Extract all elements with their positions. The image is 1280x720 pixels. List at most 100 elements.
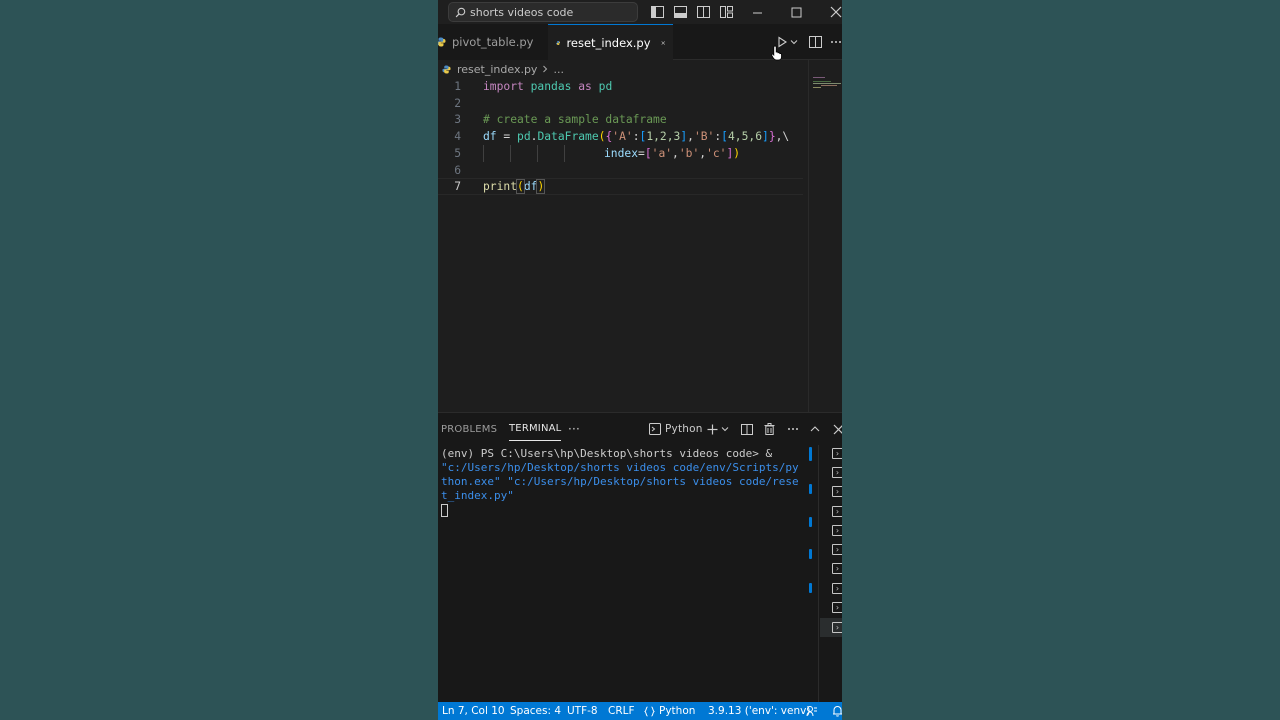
- terminal-instance-icon[interactable]: ›: [832, 563, 842, 574]
- token-operator: =: [496, 130, 518, 143]
- line-number: 7: [454, 180, 461, 193]
- panel-tab-bar: PROBLEMS TERMINAL ··· Python: [438, 413, 842, 445]
- status-eol[interactable]: CRLF: [608, 702, 635, 720]
- maximize-icon[interactable]: [788, 4, 804, 20]
- shell-label: Python: [665, 423, 703, 435]
- mouse-pointer-icon: [771, 45, 782, 61]
- token-continuation: ,\: [775, 130, 790, 143]
- token-kwarg: index: [604, 147, 639, 160]
- status-indentation[interactable]: Spaces: 4: [510, 702, 561, 720]
- terminal-decoration-mark: [809, 447, 812, 461]
- code-line: 1 import pandas as pd: [438, 78, 808, 95]
- terminal-instance-icon[interactable]: ›: [832, 525, 842, 536]
- maximize-panel-chevron-up-icon[interactable]: [807, 421, 823, 437]
- panel-more-tabs[interactable]: ···: [568, 413, 580, 445]
- terminal-decoration-mark: [809, 484, 812, 494]
- split-terminal-icon[interactable]: [739, 421, 755, 437]
- code-line: 2: [438, 95, 808, 112]
- token-class: DataFrame: [537, 130, 599, 143]
- token-module: pandas: [530, 80, 572, 93]
- run-options-chevron-icon[interactable]: [788, 34, 800, 50]
- code-line: 3 # create a sample dataframe: [438, 111, 808, 128]
- command-center-search[interactable]: shorts videos code: [448, 2, 638, 22]
- token-number: 4,5,6: [727, 130, 762, 143]
- terminal-instance-icon[interactable]: ›: [832, 448, 842, 459]
- minimize-icon[interactable]: [749, 4, 765, 20]
- terminal-tabs-list: › › › › › › › › › ›: [818, 445, 842, 703]
- python-file-icon: [442, 64, 451, 74]
- terminal-decoration-mark: [809, 549, 812, 559]
- breadcrumb-more[interactable]: ...: [553, 63, 564, 76]
- token-keyword: as: [578, 80, 592, 93]
- editor-tab-bar: pivot_table.py reset_index.py: [438, 24, 842, 61]
- customize-layout-icon[interactable]: [718, 4, 734, 20]
- toggle-panel-icon[interactable]: [672, 4, 688, 20]
- toggle-secondary-sidebar-icon[interactable]: [695, 4, 711, 20]
- tab-problems[interactable]: PROBLEMS: [441, 413, 497, 445]
- search-icon: [455, 7, 466, 17]
- close-panel-icon[interactable]: [830, 421, 842, 437]
- python-file-icon: [556, 40, 561, 45]
- vscode-window: shorts videos code pivot_table.py reset_…: [438, 0, 842, 720]
- close-window-icon[interactable]: [828, 4, 842, 20]
- split-editor-icon[interactable]: [807, 34, 823, 50]
- notifications-bell-icon[interactable]: [832, 702, 842, 720]
- line-number: 3: [454, 113, 461, 126]
- code-line: 5 index=['a','b','c']): [438, 145, 808, 162]
- line-number: 6: [454, 164, 461, 177]
- minimap[interactable]: [808, 60, 842, 412]
- status-bar: Ln 7, Col 10 Spaces: 4 UTF-8 CRLF Python…: [438, 702, 842, 720]
- terminal-instance-icon[interactable]: ›: [832, 486, 842, 497]
- kill-terminal-trash-icon[interactable]: [761, 421, 777, 437]
- breadcrumb-file[interactable]: reset_index.py: [457, 63, 537, 76]
- terminal-instance-icon[interactable]: ›: [832, 544, 842, 555]
- token-module: pd: [517, 130, 531, 143]
- token-number: 1,2,3: [646, 130, 681, 143]
- terminal-instance-icon[interactable]: ›: [832, 467, 842, 478]
- terminal-shell-selector[interactable]: Python: [649, 413, 703, 445]
- code-line: 4 df = pd.DataFrame({'A':[1,2,3],'B':[4,…: [438, 128, 808, 145]
- breadcrumb: reset_index.py ...: [438, 60, 842, 78]
- close-tab-icon[interactable]: [661, 38, 665, 48]
- terminal-instance-icon[interactable]: ›: [832, 583, 842, 594]
- code-line: 7 print(df): [438, 178, 808, 195]
- tab-terminal-label: TERMINAL: [509, 423, 562, 434]
- terminal-instance-icon[interactable]: ›: [832, 506, 842, 517]
- status-python-interpreter[interactable]: 3.9.13 ('env': venv): [708, 702, 810, 720]
- terminal-icon: [649, 423, 661, 435]
- panel-more-actions-icon[interactable]: [785, 421, 801, 437]
- token-variable: df: [523, 180, 538, 193]
- terminal-instance-icon-active[interactable]: ›: [832, 622, 842, 633]
- new-terminal-plus-icon[interactable]: [704, 421, 720, 437]
- tab-reset-index[interactable]: reset_index.py: [548, 24, 673, 60]
- code-line: 6: [438, 162, 808, 179]
- more-actions-icon[interactable]: [828, 34, 842, 50]
- status-language-mode[interactable]: Python: [644, 702, 695, 720]
- terminal-output[interactable]: (env) PS C:\Users\hp\Desktop\shorts vide…: [441, 447, 803, 517]
- line-number: 1: [454, 80, 461, 93]
- line-number: 2: [454, 97, 461, 110]
- token-string: 'b': [678, 147, 700, 160]
- tab-label: reset_index.py: [566, 35, 651, 50]
- token-string: 'A': [612, 130, 633, 143]
- status-encoding[interactable]: UTF-8: [567, 702, 598, 720]
- bottom-panel: PROBLEMS TERMINAL ··· Python (env) PS C:…: [438, 412, 842, 703]
- terminal-profiles-chevron-icon[interactable]: [719, 421, 731, 437]
- tab-pivot-table[interactable]: pivot_table.py: [438, 24, 548, 60]
- tab-problems-label: PROBLEMS: [441, 423, 498, 435]
- token-string: 'a': [651, 147, 673, 160]
- toggle-primary-sidebar-icon[interactable]: [649, 4, 665, 20]
- token-string: 'B': [693, 130, 715, 143]
- status-cursor-position[interactable]: Ln 7, Col 10: [442, 702, 505, 720]
- search-text: shorts videos code: [470, 5, 574, 19]
- feedback-icon[interactable]: [806, 702, 818, 720]
- token-keyword: import: [483, 80, 524, 93]
- terminal-cursor: [441, 503, 448, 517]
- tab-terminal[interactable]: TERMINAL: [509, 417, 562, 441]
- token-string: 'c': [706, 147, 727, 160]
- braces-icon: [644, 706, 655, 716]
- terminal-decoration-mark: [809, 517, 812, 527]
- token-function: print: [483, 180, 518, 193]
- terminal-instance-icon[interactable]: ›: [832, 602, 842, 613]
- code-editor[interactable]: 1 import pandas as pd 2 3 # create a sam…: [438, 78, 808, 410]
